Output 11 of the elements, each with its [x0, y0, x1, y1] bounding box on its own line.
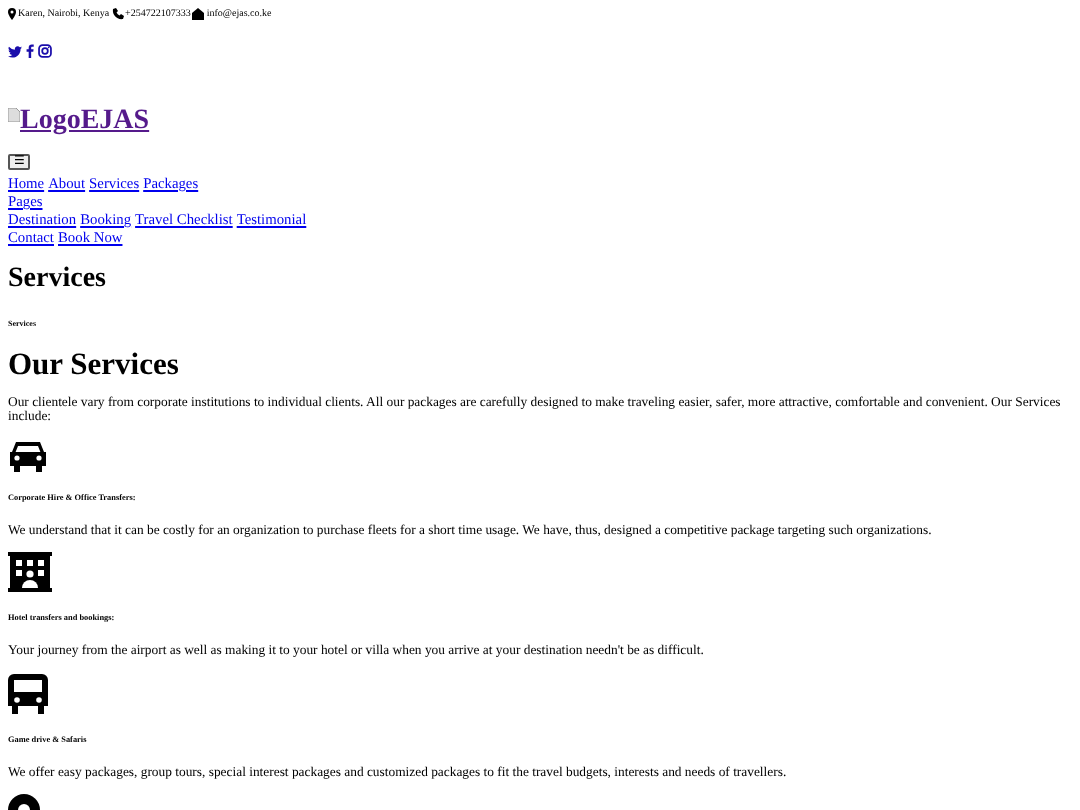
twitter-icon[interactable]	[8, 45, 22, 57]
section-title: Our Services	[8, 348, 181, 384]
facebook-icon[interactable]	[26, 44, 34, 58]
logo-link[interactable]: LogoEJAS	[8, 106, 1072, 138]
hotel-icon	[8, 552, 52, 593]
instagram-icon[interactable]	[38, 44, 52, 58]
bus-icon	[8, 673, 48, 714]
car-icon	[8, 439, 48, 472]
phone-icon	[111, 8, 124, 20]
page-title: Services	[8, 264, 108, 296]
broken-image-icon	[8, 108, 20, 122]
